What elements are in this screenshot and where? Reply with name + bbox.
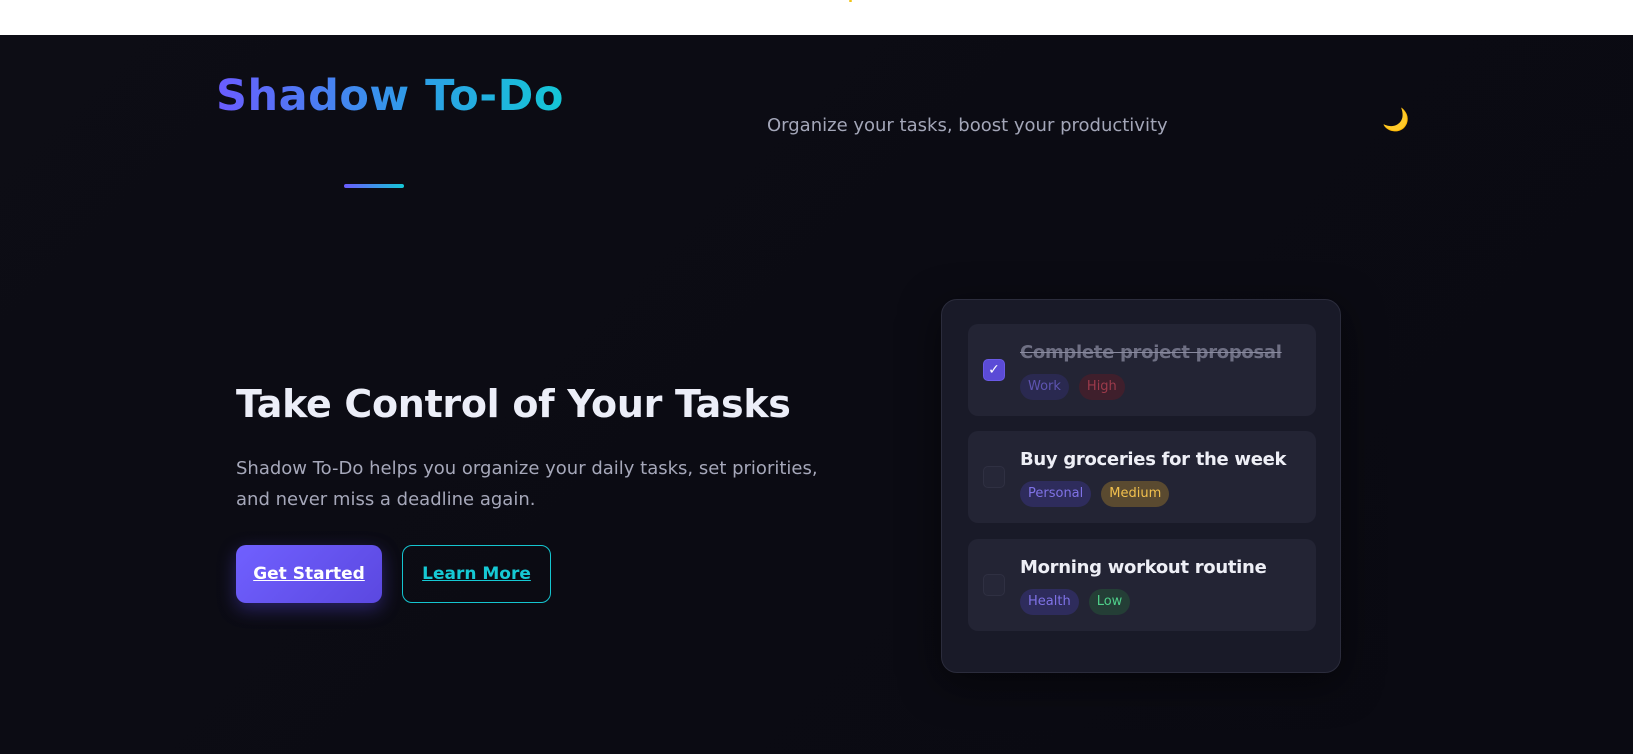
task-checkbox[interactable] <box>983 466 1005 488</box>
task-item: Buy groceries for the week Personal Medi… <box>968 431 1316 523</box>
task-item: ✓ Complete project proposal Work High <box>968 324 1316 416</box>
task-checkbox[interactable] <box>983 574 1005 596</box>
task-title: Morning workout routine <box>1020 557 1267 578</box>
brand: Shadow To-Do <box>216 71 564 188</box>
priority-tag: High <box>1078 374 1125 400</box>
task-tags: Work High <box>1020 374 1125 400</box>
hero-description: Shadow To-Do helps you organize your dai… <box>236 458 818 510</box>
moon-icon[interactable]: 🌙 <box>1380 105 1412 137</box>
app-title: Shadow To-Do <box>216 71 564 121</box>
priority-tag: Low <box>1088 589 1131 615</box>
task-tags: Health Low <box>1020 589 1131 615</box>
main-section: Shadow To-Do Organize your tasks, boost … <box>0 35 1633 754</box>
top-dot <box>849 0 852 2</box>
task-checkbox[interactable]: ✓ <box>983 359 1005 381</box>
task-tags: Personal Medium <box>1020 481 1170 507</box>
task-title: Complete project proposal <box>1020 342 1282 363</box>
task-preview-card: ✓ Complete project proposal Work High Bu… <box>941 299 1341 673</box>
hero-title: Take Control of Your Tasks <box>236 382 791 426</box>
category-tag: Personal <box>1020 481 1092 507</box>
title-underline <box>344 184 404 188</box>
tagline: Organize your tasks, boost your producti… <box>767 115 1168 136</box>
category-tag: Health <box>1020 589 1079 615</box>
task-item: Morning workout routine Health Low <box>968 539 1316 631</box>
priority-tag: Medium <box>1101 481 1170 507</box>
task-title: Buy groceries for the week <box>1020 449 1287 470</box>
get-started-button[interactable]: Get Started <box>236 545 382 603</box>
category-tag: Work <box>1020 374 1069 400</box>
top-strip <box>0 0 1633 35</box>
learn-more-button[interactable]: Learn More <box>402 545 551 603</box>
